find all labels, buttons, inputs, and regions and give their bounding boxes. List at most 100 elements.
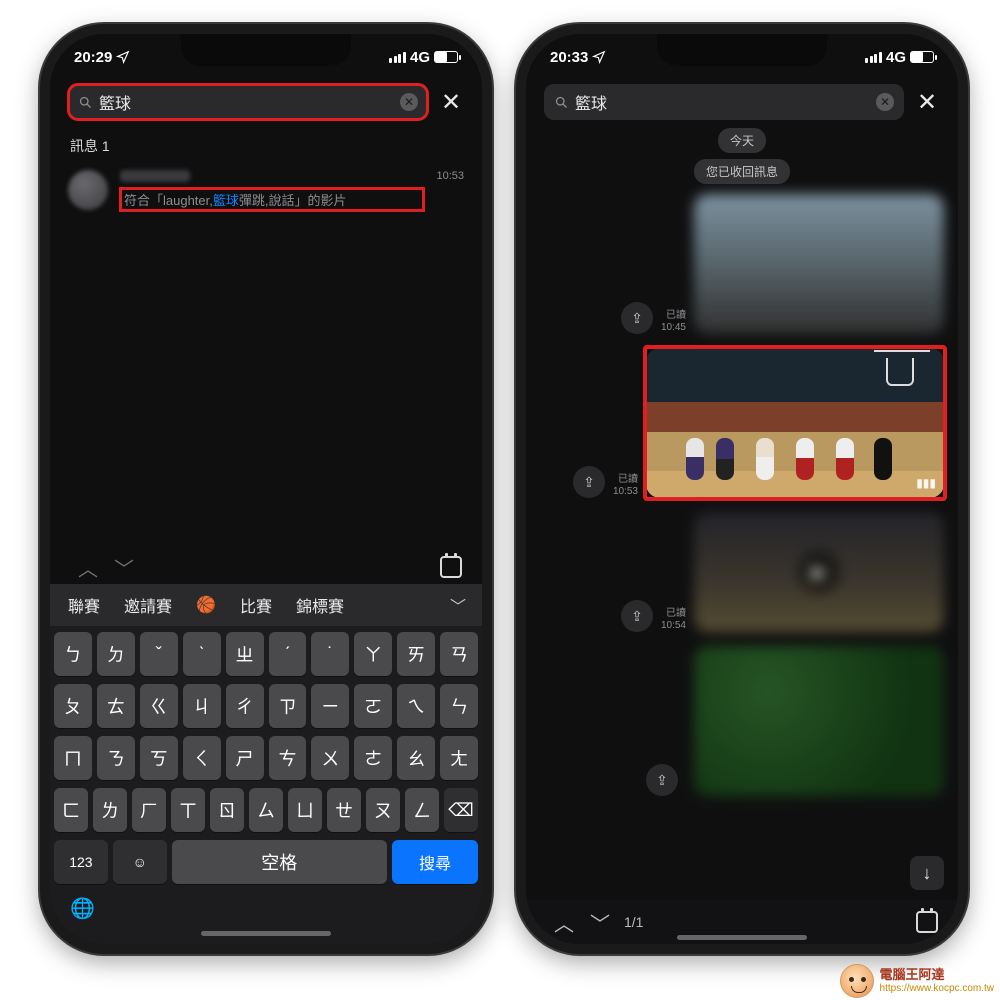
calendar-icon[interactable]	[440, 556, 462, 578]
key[interactable]: ㄖ	[210, 788, 244, 832]
avatar	[68, 170, 108, 210]
key[interactable]: ㄋ	[97, 736, 135, 780]
key[interactable]: ㄣ	[440, 684, 478, 728]
key[interactable]: ㄞ	[397, 632, 435, 676]
key[interactable]: ㄧ	[311, 684, 349, 728]
key[interactable]: ㄛ	[354, 684, 392, 728]
share-icon[interactable]: ⇪	[621, 302, 653, 334]
key[interactable]: ㄏ	[132, 788, 166, 832]
watermark-url: https://www.kocpc.com.tw	[880, 983, 994, 994]
home-indicator	[201, 931, 331, 936]
message-bubble-highlighted[interactable]: ⇪ 已讀10:53 ▮▮▮	[526, 344, 958, 502]
key[interactable]: ㄑ	[183, 736, 221, 780]
key[interactable]: ˊ	[269, 632, 307, 676]
suggestion-item[interactable]: 錦標賽	[284, 593, 356, 617]
key[interactable]: ㄐ	[183, 684, 221, 728]
chevron-down-icon[interactable]: ﹀	[106, 553, 142, 582]
key[interactable]: ˋ	[183, 632, 221, 676]
message-time: 10:53	[436, 170, 464, 182]
scroll-to-bottom-button[interactable]: ↓	[910, 856, 944, 890]
search-field[interactable]: ✕	[544, 84, 904, 120]
key[interactable]: ㄘ	[269, 736, 307, 780]
result-count: 1/1	[624, 914, 643, 930]
key[interactable]: ㄍ	[140, 684, 178, 728]
message-bubble[interactable]: ⇪ 已讀10:54 ▶	[526, 508, 958, 636]
key[interactable]: ㄆ	[54, 684, 92, 728]
key[interactable]: ㄉ	[97, 632, 135, 676]
search-field[interactable]: ✕	[68, 84, 428, 120]
play-icon[interactable]: ▶	[797, 550, 841, 594]
key[interactable]: ㄔ	[226, 684, 264, 728]
result-nav: ︿ ﹀	[50, 550, 482, 584]
chevron-down-icon[interactable]: ﹀	[582, 908, 618, 937]
key[interactable]: ㄒ	[171, 788, 205, 832]
key-123[interactable]: 123	[54, 840, 108, 884]
battery-icon	[910, 51, 934, 63]
key[interactable]: ㄗ	[269, 684, 307, 728]
clear-icon[interactable]: ✕	[400, 93, 418, 111]
close-button[interactable]: ✕	[438, 88, 464, 117]
key-delete[interactable]: ⌫	[444, 788, 478, 832]
key[interactable]: ㄌ	[93, 788, 127, 832]
search-input[interactable]	[575, 93, 870, 111]
key[interactable]: ㄝ	[327, 788, 361, 832]
section-title: 訊息 1	[50, 130, 482, 162]
key[interactable]: ˙	[311, 632, 349, 676]
key[interactable]: ㄥ	[405, 788, 439, 832]
key[interactable]: ㄅ	[54, 632, 92, 676]
share-icon[interactable]: ⇪	[621, 600, 653, 632]
message-row[interactable]: 符合「laughter,籃球彈跳,說話」的影片 10:53	[50, 162, 482, 219]
share-icon[interactable]: ⇪	[646, 764, 678, 796]
expand-suggestions-icon[interactable]: ﹀	[440, 593, 476, 617]
signal-icon	[865, 52, 882, 63]
key-emoji[interactable]: ☺	[113, 840, 167, 884]
key[interactable]: ㄚ	[354, 632, 392, 676]
key[interactable]: ㄎ	[140, 736, 178, 780]
search-input[interactable]	[99, 93, 394, 111]
media-thumbnail[interactable]	[694, 194, 944, 334]
key-search[interactable]: 搜尋	[392, 840, 478, 884]
chevron-up-icon[interactable]: ︿	[546, 908, 582, 937]
key[interactable]: ㄢ	[440, 632, 478, 676]
key[interactable]: ㄙ	[249, 788, 283, 832]
calendar-icon[interactable]	[916, 911, 938, 933]
suggestion-item[interactable]: 邀請賽	[112, 593, 184, 617]
network-label: 4G	[410, 49, 430, 66]
network-label: 4G	[886, 49, 906, 66]
signal-icon	[389, 52, 406, 63]
watermark: 電腦王阿達 https://www.kocpc.com.tw	[840, 964, 994, 998]
suggestion-item[interactable]: 聯賽	[56, 593, 112, 617]
media-thumbnail-basketball[interactable]: ▮▮▮	[646, 348, 944, 498]
share-icon[interactable]: ⇪	[573, 466, 605, 498]
message-bubble[interactable]: ⇪	[526, 642, 958, 800]
media-thumbnail[interactable]	[694, 646, 944, 796]
read-receipt: 已讀10:53	[613, 474, 638, 498]
key[interactable]: ㄠ	[397, 736, 435, 780]
chat-body[interactable]: 今天 您已收回訊息 ⇪ 已讀10:45 ⇪ 已讀10:53 ▮▮▮	[526, 122, 958, 900]
key[interactable]: ㄨ	[311, 736, 349, 780]
key[interactable]: ㄡ	[366, 788, 400, 832]
read-receipt: 已讀10:54	[661, 608, 686, 632]
suggestion-item[interactable]: 🏀	[184, 595, 228, 615]
key-space[interactable]: 空格	[172, 840, 387, 884]
media-thumbnail[interactable]: ▶	[694, 512, 944, 632]
clear-icon[interactable]: ✕	[876, 93, 894, 111]
search-icon	[78, 95, 93, 110]
message-bubble[interactable]: ⇪ 已讀10:45	[526, 190, 958, 338]
chevron-up-icon[interactable]: ︿	[70, 553, 106, 582]
key[interactable]: ㄊ	[97, 684, 135, 728]
key[interactable]: ㄓ	[226, 632, 264, 676]
key[interactable]: ㄩ	[288, 788, 322, 832]
key[interactable]: ㄇ	[54, 736, 92, 780]
key[interactable]: ㄕ	[226, 736, 264, 780]
key[interactable]: ㄤ	[440, 736, 478, 780]
close-button[interactable]: ✕	[914, 88, 940, 117]
key[interactable]: ˇ	[140, 632, 178, 676]
watermark-title: 電腦王阿達	[880, 968, 994, 982]
key[interactable]: ㄜ	[354, 736, 392, 780]
key[interactable]: ㄈ	[54, 788, 88, 832]
globe-icon[interactable]: 🌐	[70, 896, 95, 921]
key[interactable]: ㄟ	[397, 684, 435, 728]
suggestion-item[interactable]: 比賽	[228, 593, 284, 617]
contact-name	[120, 170, 190, 182]
